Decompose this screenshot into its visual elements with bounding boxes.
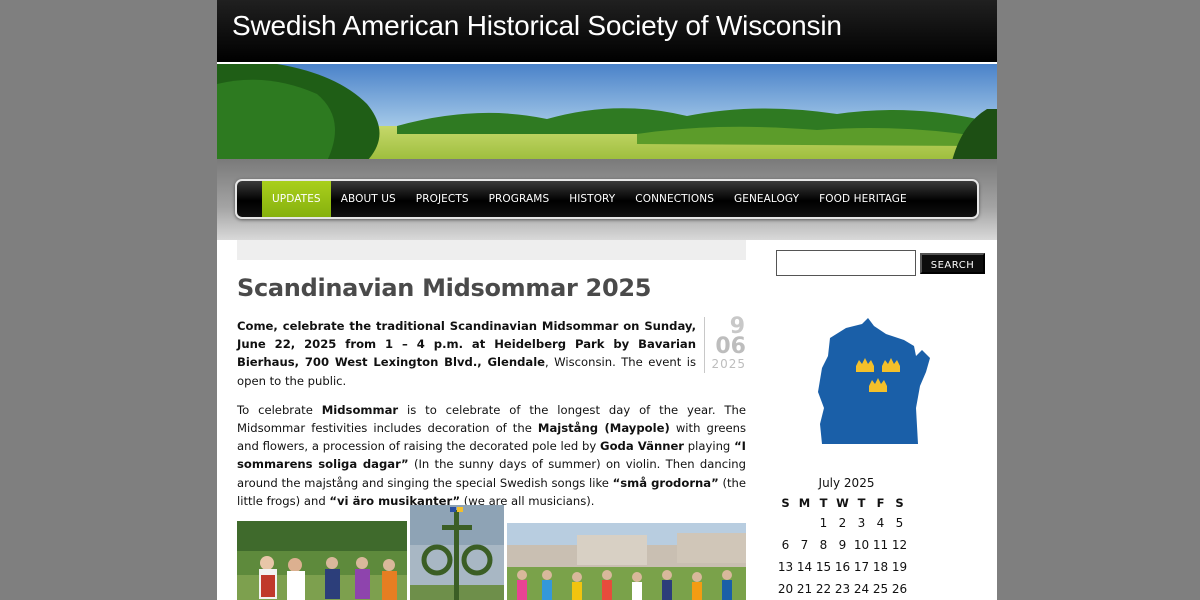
- calendar-weekday-header: S: [781, 496, 790, 510]
- calendar-day: 11: [872, 538, 889, 552]
- post-paragraph: To celebrate Midsommar is to celebrate o…: [237, 401, 746, 510]
- nav-item-food-heritage[interactable]: FOOD HERITAGE: [809, 181, 917, 217]
- nav-item-about-us[interactable]: ABOUT US: [331, 181, 406, 217]
- calendar-day: 21: [796, 582, 813, 596]
- navigation-area: UPDATES ABOUT US PROJECTS PROGRAMS HISTO…: [217, 159, 997, 240]
- calendar-day: 9: [838, 538, 847, 552]
- calendar-day: 20: [777, 582, 794, 596]
- calendar-weekday-header: M: [798, 496, 811, 510]
- post-paragraph-run: “små grodorna”: [612, 475, 719, 490]
- calendar-day: 8: [819, 538, 828, 552]
- calendar-weekday-header: T: [857, 496, 866, 510]
- post-paragraph-run: Midsommar: [321, 402, 399, 417]
- content-top-strip: [237, 240, 746, 260]
- post-paragraph-run: playing: [684, 439, 735, 454]
- calendar-day: 24: [853, 582, 870, 596]
- calendar-widget: July 2025 S M T W T F S 1 2 3 4 5 6 7 8 9 10 11 12 13 14 15 16…: [776, 476, 911, 598]
- site-title[interactable]: Swedish American Historical Society of W…: [232, 10, 842, 42]
- photo-violinists: [237, 521, 407, 600]
- calendar-grid: S M T W T F S 1 2 3 4 5 6 7 8 9 10 11 12 13 14 15 16 17 18 19 20 21…: [776, 496, 911, 598]
- event-photos: [237, 505, 746, 600]
- calendar-weekday-header: W: [836, 496, 849, 510]
- nav-item-programs[interactable]: PROGRAMS: [479, 181, 560, 217]
- wisconsin-crowns-logo: [816, 316, 941, 446]
- calendar-day: 2: [838, 516, 847, 530]
- calendar-day: 4: [876, 516, 885, 530]
- header-banner-image: [217, 62, 997, 159]
- calendar-day: 7: [800, 538, 809, 552]
- calendar-day: 26: [891, 582, 908, 596]
- nav-item-history[interactable]: HISTORY: [559, 181, 625, 217]
- calendar-day: 6: [781, 538, 790, 552]
- post-date-year: 2025: [711, 357, 746, 371]
- calendar-empty-cell: [776, 516, 795, 532]
- calendar-day: 12: [891, 538, 908, 552]
- main-navigation: UPDATES ABOUT US PROJECTS PROGRAMS HISTO…: [235, 179, 979, 219]
- nav-list: UPDATES ABOUT US PROJECTS PROGRAMS HISTO…: [262, 181, 917, 217]
- search-button[interactable]: SEARCH: [920, 253, 985, 274]
- post-date: 9 06 2025: [704, 316, 746, 373]
- calendar-caption: July 2025: [818, 476, 875, 490]
- calendar-day: 1: [819, 516, 828, 530]
- calendar-weekday-header: T: [819, 496, 828, 510]
- calendar-day: 22: [815, 582, 832, 596]
- photo-dancers: [507, 523, 746, 600]
- search-input[interactable]: [776, 250, 916, 276]
- main-content: Scandinavian Midsommar 2025 9 06 2025 Co…: [237, 262, 746, 521]
- calendar-day: 18: [872, 560, 889, 574]
- calendar-day: 10: [853, 538, 870, 552]
- calendar-day: 14: [796, 560, 813, 574]
- calendar-day: 5: [895, 516, 904, 530]
- calendar-day: 15: [815, 560, 832, 574]
- page-wrapper: Swedish American Historical Society of W…: [217, 0, 997, 600]
- calendar-day: 23: [834, 582, 851, 596]
- post-title[interactable]: Scandinavian Midsommar 2025: [237, 274, 746, 302]
- post-body: 9 06 2025 Come, celebrate the traditiona…: [237, 316, 746, 510]
- nav-item-projects[interactable]: PROJECTS: [406, 181, 479, 217]
- calendar-day: 19: [891, 560, 908, 574]
- post-paragraph-run: Goda Vänner: [600, 439, 685, 454]
- calendar-weekday-header: S: [895, 496, 904, 510]
- nav-item-updates[interactable]: UPDATES: [262, 181, 331, 217]
- nav-item-genealogy[interactable]: GENEALOGY: [724, 181, 809, 217]
- photo-maypole: [410, 505, 504, 600]
- calendar-day: 13: [777, 560, 794, 574]
- calendar-empty-cell: [795, 516, 814, 532]
- calendar-day: 16: [834, 560, 851, 574]
- post-paragraph-run: To celebrate: [237, 402, 322, 417]
- nav-item-connections[interactable]: CONNECTIONS: [625, 181, 724, 217]
- site-header: Swedish American Historical Society of W…: [217, 0, 997, 62]
- calendar-day: 25: [872, 582, 889, 596]
- calendar-weekday-header: F: [876, 496, 885, 510]
- calendar-day: 3: [857, 516, 866, 530]
- post-date-month: 06: [715, 334, 746, 359]
- post-intro-paragraph: Come, celebrate the traditional Scandina…: [237, 317, 746, 390]
- post-paragraph-run: Majstång (Maypole): [537, 421, 670, 436]
- calendar-day: 17: [853, 560, 870, 574]
